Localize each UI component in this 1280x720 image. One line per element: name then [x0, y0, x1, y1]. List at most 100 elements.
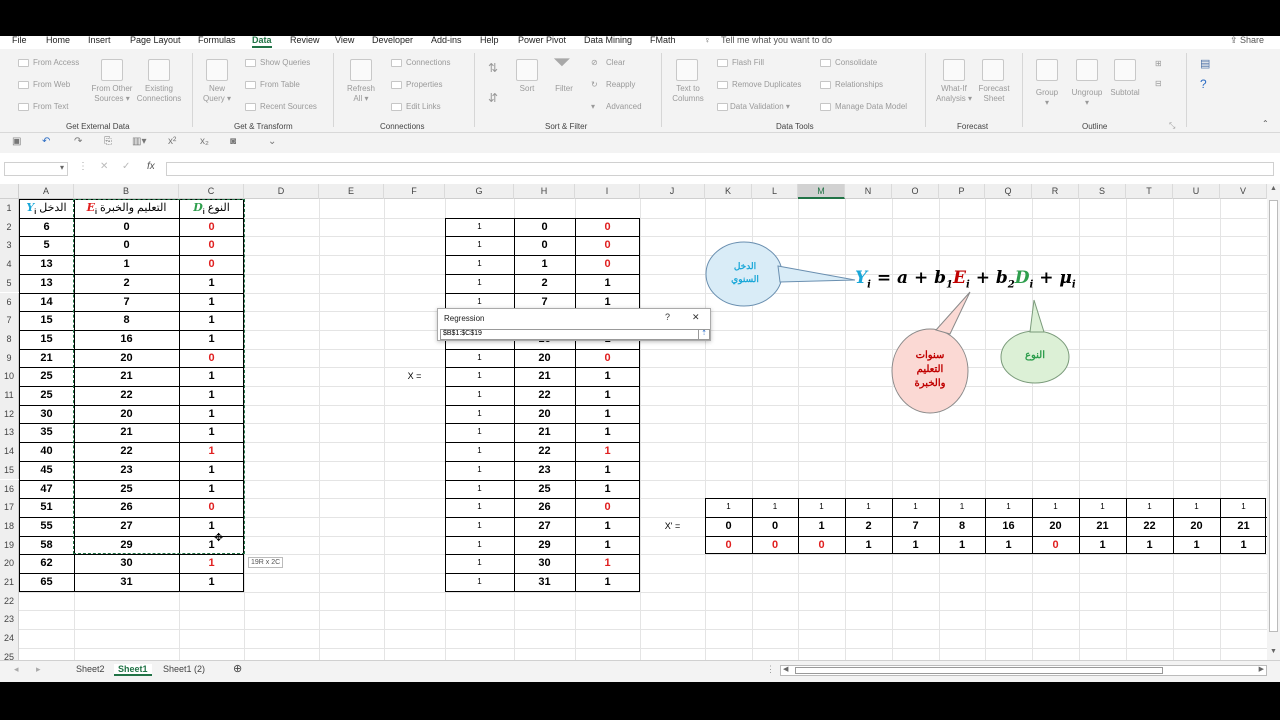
scroll-left-tabs-icon[interactable]: ◂ [14, 664, 19, 675]
advanced-button[interactable]: Advanced [606, 102, 642, 112]
tab-page-layout[interactable]: Page Layout [130, 36, 181, 45]
reapply-button[interactable]: Reapply [606, 80, 635, 90]
column-header-g[interactable]: G [445, 184, 514, 199]
what-if-analysis-button[interactable]: What-If Analysis ▾ [932, 84, 976, 104]
row-header-5[interactable]: 5 [0, 273, 19, 293]
worksheet-grid[interactable]: ABCDEFGHIJKLMNOPQRSTUV 1 2 3 4 5 6 7 8 9 10 11 12 13… [0, 184, 1280, 682]
tab-help[interactable]: Help [480, 36, 499, 45]
row-header-23[interactable]: 23 [0, 610, 19, 630]
column-header-k[interactable]: K [705, 184, 752, 199]
vertical-scrollbar[interactable]: ▲ ▼ [1267, 184, 1280, 660]
horizontal-scrollbar[interactable]: ◀ ▶ [780, 665, 1267, 676]
flash-fill-button[interactable]: Flash Fill [732, 58, 764, 68]
row-header-12[interactable]: 12 [0, 404, 19, 424]
row-header-8[interactable]: 8 [0, 329, 19, 349]
show-queries-button[interactable]: Show Queries [260, 58, 310, 68]
collapse-dialog-icon[interactable]: ⇡ [698, 329, 709, 340]
recent-sources-button[interactable]: Recent Sources [260, 102, 317, 112]
hide-detail-icon[interactable]: ⊟ [1155, 79, 1162, 89]
superscript-icon[interactable]: x² [168, 136, 176, 147]
row-header-16[interactable]: 16 [0, 479, 19, 499]
tab-add-ins[interactable]: Add-ins [431, 36, 462, 45]
column-header-m[interactable]: M [798, 184, 845, 199]
tab-sheet1[interactable]: Sheet1 [114, 664, 152, 676]
tell-me-search[interactable]: Tell me what you want to do [721, 36, 832, 45]
add-sheet-button[interactable]: ⊕ [233, 662, 242, 675]
row-header-1[interactable]: 1 [0, 199, 19, 218]
new-query-button[interactable]: New Query ▾ [196, 84, 238, 104]
row-header-6[interactable]: 6 [0, 292, 19, 312]
row-header-17[interactable]: 17 [0, 498, 19, 517]
column-header-l[interactable]: L [752, 184, 798, 199]
from-access-button[interactable]: From Access [33, 58, 79, 68]
from-other-sources-button[interactable]: From Other Sources ▾ [86, 84, 138, 104]
sort-ascending-icon[interactable]: ⇅ [488, 62, 498, 74]
row-header-13[interactable]: 13 [0, 423, 19, 443]
show-detail-icon[interactable]: ⊞ [1155, 59, 1162, 69]
column-header-s[interactable]: S [1079, 184, 1126, 199]
tab-view[interactable]: View [335, 36, 354, 45]
column-header-j[interactable]: J [640, 184, 705, 199]
tab-power-pivot[interactable]: Power Pivot [518, 36, 566, 45]
confirm-formula-icon[interactable]: ✓ [122, 161, 130, 172]
column-header-n[interactable]: N [845, 184, 892, 199]
scroll-right-icon[interactable]: ▶ [1259, 665, 1264, 673]
column-header-p[interactable]: P [939, 184, 985, 199]
connections-button[interactable]: Connections [406, 58, 450, 68]
column-header-h[interactable]: H [514, 184, 575, 199]
filter-button[interactable]: Filter [548, 84, 580, 94]
row-header-14[interactable]: 14 [0, 442, 19, 461]
column-header-i[interactable]: I [575, 184, 640, 199]
insert-function-button[interactable]: fx [147, 161, 155, 172]
row-header-2[interactable]: 2 [0, 217, 19, 237]
dialog-launcher-icon[interactable]: ⤡ [1169, 121, 1175, 131]
column-header-r[interactable]: R [1032, 184, 1079, 199]
refresh-all-button[interactable]: Refresh All ▾ [340, 84, 382, 104]
column-header-d[interactable]: D [244, 184, 319, 199]
column-header-e[interactable]: E [319, 184, 384, 199]
existing-connections-button[interactable]: Existing Connections [133, 84, 185, 104]
row-header-11[interactable]: 11 [0, 386, 19, 405]
sort-descending-icon[interactable]: ⇵ [488, 92, 498, 104]
column-header-q[interactable]: Q [985, 184, 1032, 199]
collapse-ribbon-icon[interactable]: ⌃ [1262, 119, 1269, 129]
row-header-22[interactable]: 22 [0, 591, 19, 611]
group-button[interactable]: Group ▾ [1026, 88, 1068, 108]
column-header-v[interactable]: V [1220, 184, 1267, 199]
column-header-b[interactable]: B [74, 184, 179, 199]
row-header-18[interactable]: 18 [0, 516, 19, 536]
undo-icon[interactable]: ↶ [42, 136, 50, 147]
tab-developer[interactable]: Developer [372, 36, 413, 45]
horizontal-scroll-thumb[interactable] [795, 667, 1163, 674]
sort-button[interactable]: Sort [510, 84, 544, 94]
manage-data-model-button[interactable]: Manage Data Model [835, 102, 907, 112]
row-header-24[interactable]: 24 [0, 629, 19, 648]
row-header-19[interactable]: 19 [0, 535, 19, 555]
select-all-corner[interactable] [0, 184, 19, 199]
from-web-button[interactable]: From Web [33, 80, 70, 90]
tab-fmath[interactable]: FMath [650, 36, 676, 45]
ungroup-button[interactable]: Ungroup ▾ [1066, 88, 1108, 108]
row-header-7[interactable]: 7 [0, 311, 19, 330]
tab-home[interactable]: Home [46, 36, 70, 45]
row-header-10[interactable]: 10 [0, 367, 19, 386]
copy-icon[interactable]: ⎘ [104, 136, 112, 147]
customize-qat-icon[interactable]: ⌄ [268, 136, 276, 147]
column-header-c[interactable]: C [179, 184, 244, 199]
tab-insert[interactable]: Insert [88, 36, 111, 45]
tab-data-mining[interactable]: Data Mining [584, 36, 632, 45]
chart-icon[interactable]: ▥▾ [132, 136, 146, 147]
edit-links-button[interactable]: Edit Links [406, 102, 441, 112]
column-header-f[interactable]: F [384, 184, 445, 199]
row-header-20[interactable]: 20 [0, 554, 19, 573]
subtotal-button[interactable]: Subtotal [1104, 88, 1146, 98]
column-header-a[interactable]: A [19, 184, 74, 199]
name-box[interactable]: ▾ [4, 162, 68, 176]
remove-duplicates-button[interactable]: Remove Duplicates [732, 80, 801, 90]
scroll-left-icon[interactable]: ◀ [783, 665, 788, 673]
clear-button[interactable]: Clear [606, 58, 625, 68]
text-to-columns-button[interactable]: Text to Columns [666, 84, 710, 104]
data-validation-button[interactable]: Data Validation ▾ [730, 102, 790, 112]
from-table-button[interactable]: From Table [260, 80, 300, 90]
row-header-3[interactable]: 3 [0, 236, 19, 256]
